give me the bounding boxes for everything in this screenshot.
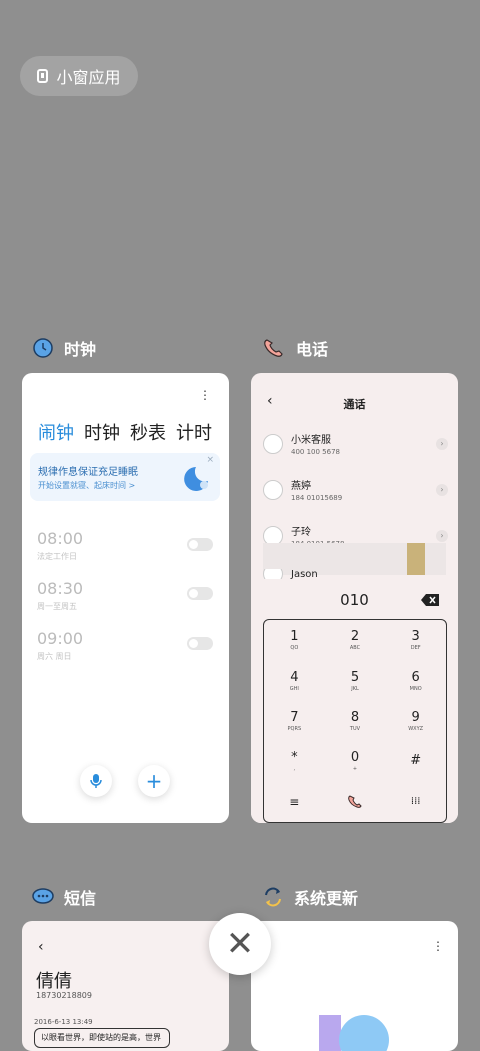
- alarm-toggle[interactable]: [187, 587, 213, 600]
- phone-card[interactable]: ‹ 通话 小米客服 400 100 5678 › 燕婷 184 01015689…: [251, 373, 458, 823]
- message-bubble: 以眼看世界，即使站的是高，世界: [34, 1028, 170, 1048]
- avatar: [263, 433, 283, 454]
- key-4[interactable]: 4 GHI: [264, 660, 325, 700]
- plus-icon: +: [145, 769, 163, 793]
- more-icon[interactable]: ⋮: [199, 389, 211, 401]
- phone-call-icon: [348, 795, 362, 808]
- close-icon: ✕: [225, 924, 255, 964]
- clock-card[interactable]: ⋮ 闹钟 时钟 秒表 计时 规律作息保证充足睡眠 开始设置就寝、起床时间 > ×…: [22, 373, 229, 823]
- key-hash[interactable]: #: [385, 741, 446, 781]
- key-8[interactable]: 8 TUV: [325, 701, 386, 741]
- contact-number: 400 100 5678: [291, 448, 340, 456]
- call-title: 通话: [343, 398, 366, 411]
- alarm-repeat: 法定工作日: [37, 552, 77, 561]
- sms-card[interactable]: ‹ 倩倩 18730218809 2016-6-13 13:49 以眼看世界，即…: [22, 921, 229, 1051]
- miui-logo-bar: [319, 1015, 341, 1051]
- call-button[interactable]: [325, 782, 386, 822]
- key-star[interactable]: *,: [264, 741, 325, 781]
- update-app-header: 系统更新: [262, 885, 358, 909]
- phone-app-header: 电话: [262, 336, 328, 360]
- avatar: [263, 479, 283, 500]
- clock-app-name: 时钟: [64, 340, 97, 359]
- alarm-toggle[interactable]: [187, 538, 213, 551]
- key-7[interactable]: 7 PQRS: [264, 701, 325, 741]
- key-3[interactable]: 3 DEF: [385, 620, 446, 660]
- contact-name: 小米客服: [291, 435, 331, 446]
- small-window-label: 小窗应用: [56, 68, 121, 87]
- sms-app-header: 短信: [32, 885, 96, 909]
- sms-date: 2016-6-13 13:49: [34, 1018, 93, 1026]
- tab-clock[interactable]: 时钟: [84, 419, 120, 445]
- small-window-icon: [37, 69, 49, 83]
- close-banner-icon[interactable]: ×: [206, 455, 214, 465]
- contact-name: 子玲: [291, 527, 311, 538]
- chevron-right-icon[interactable]: ›: [436, 437, 448, 450]
- clock-tabs: 闹钟 时钟 秒表 计时: [38, 419, 212, 445]
- update-card[interactable]: ⋮: [251, 921, 458, 1051]
- banner-subtitle: 开始设置就寝、起床时间 >: [38, 481, 136, 490]
- key-5[interactable]: 5 JKL: [325, 660, 386, 700]
- sms-contact-number: 18730218809: [36, 991, 92, 1000]
- alarm-repeat: 周六 周日: [37, 652, 72, 661]
- phone-app-name: 电话: [296, 340, 329, 359]
- keypad: 1 QO 2 ABC 3 DEF 4 GHI 5 JKL 6 MNO 7 PQRS 8 TUV …: [263, 619, 447, 823]
- miui-logo-circle: [339, 1015, 389, 1051]
- key-0[interactable]: 0 +: [325, 741, 386, 781]
- sms-contact-name: 倩倩: [36, 971, 72, 992]
- clock-app-header: 时钟: [32, 336, 96, 360]
- update-app-name: 系统更新: [294, 889, 359, 908]
- key-2[interactable]: 2 ABC: [325, 620, 386, 660]
- contact-name: Jason: [291, 569, 318, 579]
- key-9[interactable]: 9 WXYZ: [385, 701, 446, 741]
- contact-row[interactable]: 小米客服 400 100 5678 ›: [263, 431, 448, 456]
- contact-row[interactable]: Jason: [263, 569, 448, 579]
- tab-timer[interactable]: 计时: [176, 419, 212, 445]
- alarm-repeat: 周一至周五: [37, 602, 77, 611]
- contact-number: 184 01015689: [291, 494, 343, 502]
- key-1[interactable]: 1 QO: [264, 620, 325, 660]
- voice-button[interactable]: [80, 765, 112, 797]
- backspace-icon[interactable]: [421, 594, 439, 606]
- sms-app-icon: [32, 888, 54, 904]
- phone-app-icon: [264, 339, 283, 357]
- contact-row[interactable]: 燕婷 184 01015689 ›: [263, 477, 448, 502]
- microphone-icon: [90, 774, 102, 788]
- menu-icon[interactable]: ≡: [264, 782, 325, 822]
- key-6[interactable]: 6 MNO: [385, 660, 446, 700]
- small-window-button[interactable]: 小窗应用: [20, 56, 138, 96]
- tab-alarm[interactable]: 闹钟: [38, 419, 74, 445]
- avatar: [263, 569, 283, 579]
- alarm-toggle[interactable]: [187, 637, 213, 650]
- sleep-banner[interactable]: 规律作息保证充足睡眠 开始设置就寝、起床时间 > ×: [30, 453, 220, 501]
- close-all-button[interactable]: ✕: [209, 913, 271, 975]
- chevron-right-icon[interactable]: ›: [436, 483, 448, 496]
- banner-title: 规律作息保证充足睡眠: [38, 467, 138, 478]
- contact-name: 燕婷: [291, 481, 311, 492]
- dialpad-icon[interactable]: ⁞⁞⁞: [385, 782, 446, 822]
- more-icon[interactable]: ⋮: [432, 939, 444, 953]
- clock-app-icon: [33, 338, 53, 358]
- chevron-right-icon[interactable]: ›: [436, 529, 448, 542]
- add-alarm-button[interactable]: +: [138, 765, 170, 797]
- tab-stopwatch[interactable]: 秒表: [130, 419, 166, 445]
- moon-icon: [184, 467, 208, 491]
- back-icon[interactable]: ‹: [38, 939, 44, 955]
- sms-app-name: 短信: [64, 889, 97, 908]
- update-app-icon: [265, 887, 281, 907]
